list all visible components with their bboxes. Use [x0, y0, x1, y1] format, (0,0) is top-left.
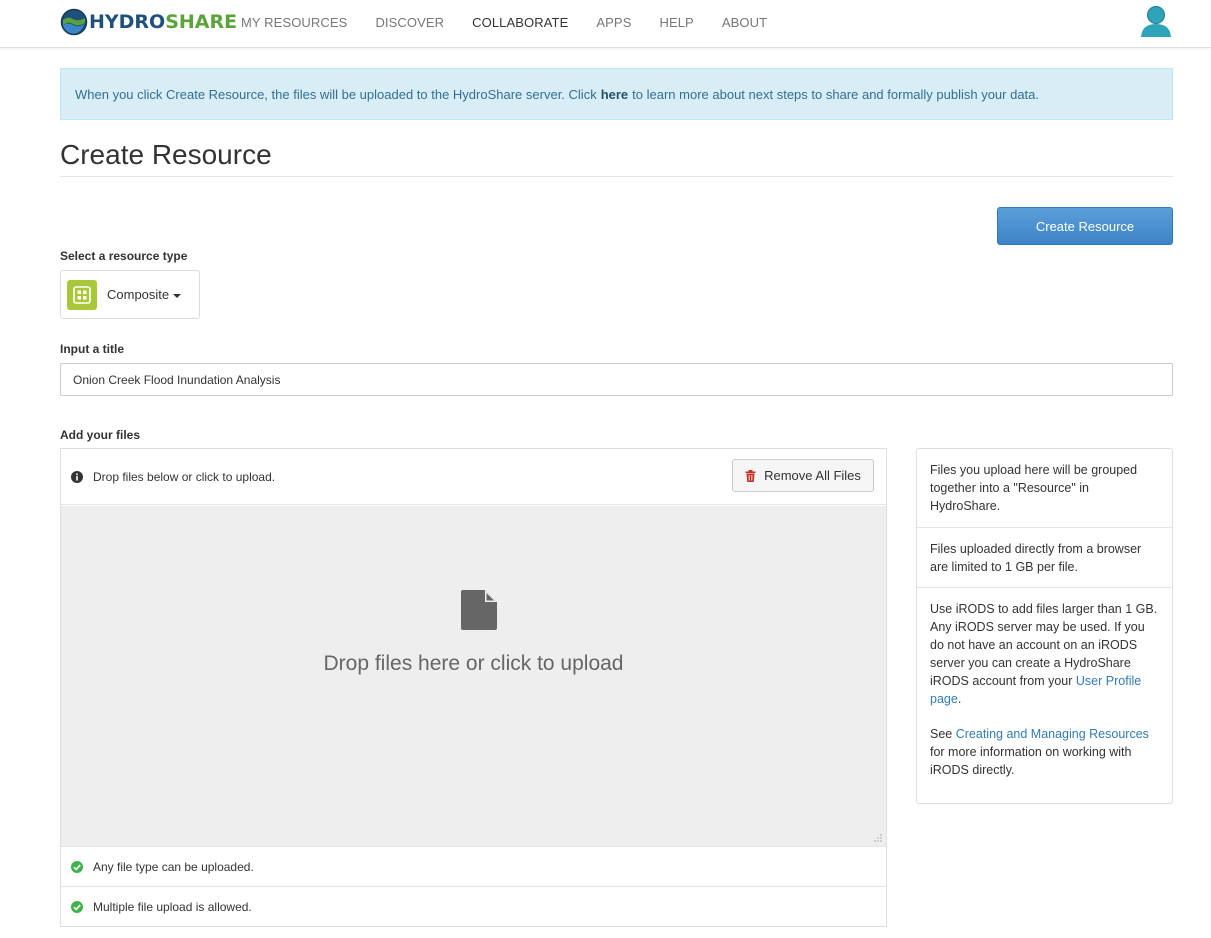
top-navbar: HYDROSHARE MY RESOURCES DISCOVER COLLABO… [0, 0, 1211, 48]
composite-type-icon [67, 279, 97, 310]
check-circle-icon [71, 900, 83, 913]
info-alert: When you click Create Resource, the file… [60, 68, 1173, 120]
caret-down-icon [173, 293, 182, 298]
trash-icon [745, 469, 756, 482]
user-avatar-icon[interactable] [1140, 4, 1172, 38]
help-see-more: See Creating and Managing Resources for … [917, 725, 1172, 779]
resource-type-label: Select a resource type [60, 249, 188, 263]
file-icon [461, 590, 497, 630]
check-circle-icon [71, 860, 83, 873]
creating-managing-resources-link[interactable]: Creating and Managing Resources [956, 727, 1149, 741]
note-multiple-upload: Multiple file upload is allowed. [61, 886, 886, 926]
upload-help-panel: Files you upload here will be grouped to… [916, 448, 1173, 804]
hydroshare-logo[interactable]: HYDROSHARE [60, 8, 237, 36]
help-grouping: Files you upload here will be grouped to… [917, 449, 1172, 528]
upload-instructions: Drop files below or click to upload. [93, 469, 276, 484]
nav-discover[interactable]: DISCOVER [375, 15, 444, 30]
dropzone-text: Drop files here or click to upload [323, 652, 624, 675]
note-text: Multiple file upload is allowed. [93, 899, 252, 914]
info-circle-icon [71, 470, 83, 483]
alert-text-after: to learn more about next steps to share … [632, 86, 1040, 102]
note-text: Any file type can be uploaded. [93, 859, 254, 874]
resource-type-value: Composite [107, 287, 170, 302]
remove-all-label: Remove All Files [764, 468, 861, 483]
upload-panel: Drop files below or click to upload. Rem… [60, 448, 887, 927]
resize-grip-icon[interactable] [874, 834, 882, 842]
help-irods-end: . [957, 692, 962, 706]
brand-share: SHARE [165, 11, 238, 33]
nav-collaborate[interactable]: COLLABORATE [472, 15, 568, 30]
title-divider [60, 176, 1173, 177]
brand-hydro: HYDRO [89, 11, 166, 33]
help-size-limit: Files uploaded directly from a browser a… [917, 528, 1172, 588]
alert-here-link[interactable]: here [601, 87, 628, 102]
nav-help[interactable]: HELP [659, 15, 693, 30]
nav-about[interactable]: ABOUT [722, 15, 767, 30]
title-input[interactable] [60, 363, 1173, 396]
help-grouping-text: Files you upload here will be grouped to… [930, 463, 1138, 513]
file-dropzone[interactable]: Drop files here or click to upload [61, 506, 886, 846]
remove-all-files-button[interactable]: Remove All Files [732, 459, 874, 492]
title-label: Input a title [60, 342, 124, 356]
create-resource-button[interactable]: Create Resource [997, 207, 1173, 245]
resource-type-dropdown[interactable]: Composite [60, 270, 200, 319]
nav-my-resources[interactable]: MY RESOURCES [241, 15, 347, 30]
brand-name: HYDROSHARE [89, 11, 237, 33]
help-irods: Use iRODS to add files larger than 1 GB.… [917, 588, 1172, 708]
files-label: Add your files [60, 428, 141, 442]
upload-header: Drop files below or click to upload. Rem… [61, 449, 886, 505]
note-any-file-type: Any file type can be uploaded. [61, 846, 886, 886]
alert-text-before: When you click Create Resource, the file… [75, 86, 597, 102]
resource-type-selected: Composite [107, 287, 182, 302]
help-see-end: for more information on working with iRO… [930, 745, 1132, 777]
page-title: Create Resource [60, 139, 272, 170]
help-see-text: See [930, 727, 953, 741]
main-nav: MY RESOURCES DISCOVER COLLABORATE APPS H… [241, 15, 795, 30]
help-size-limit-text: Files uploaded directly from a browser a… [930, 542, 1142, 574]
nav-apps[interactable]: APPS [596, 15, 631, 30]
globe-logo-icon [60, 8, 88, 36]
